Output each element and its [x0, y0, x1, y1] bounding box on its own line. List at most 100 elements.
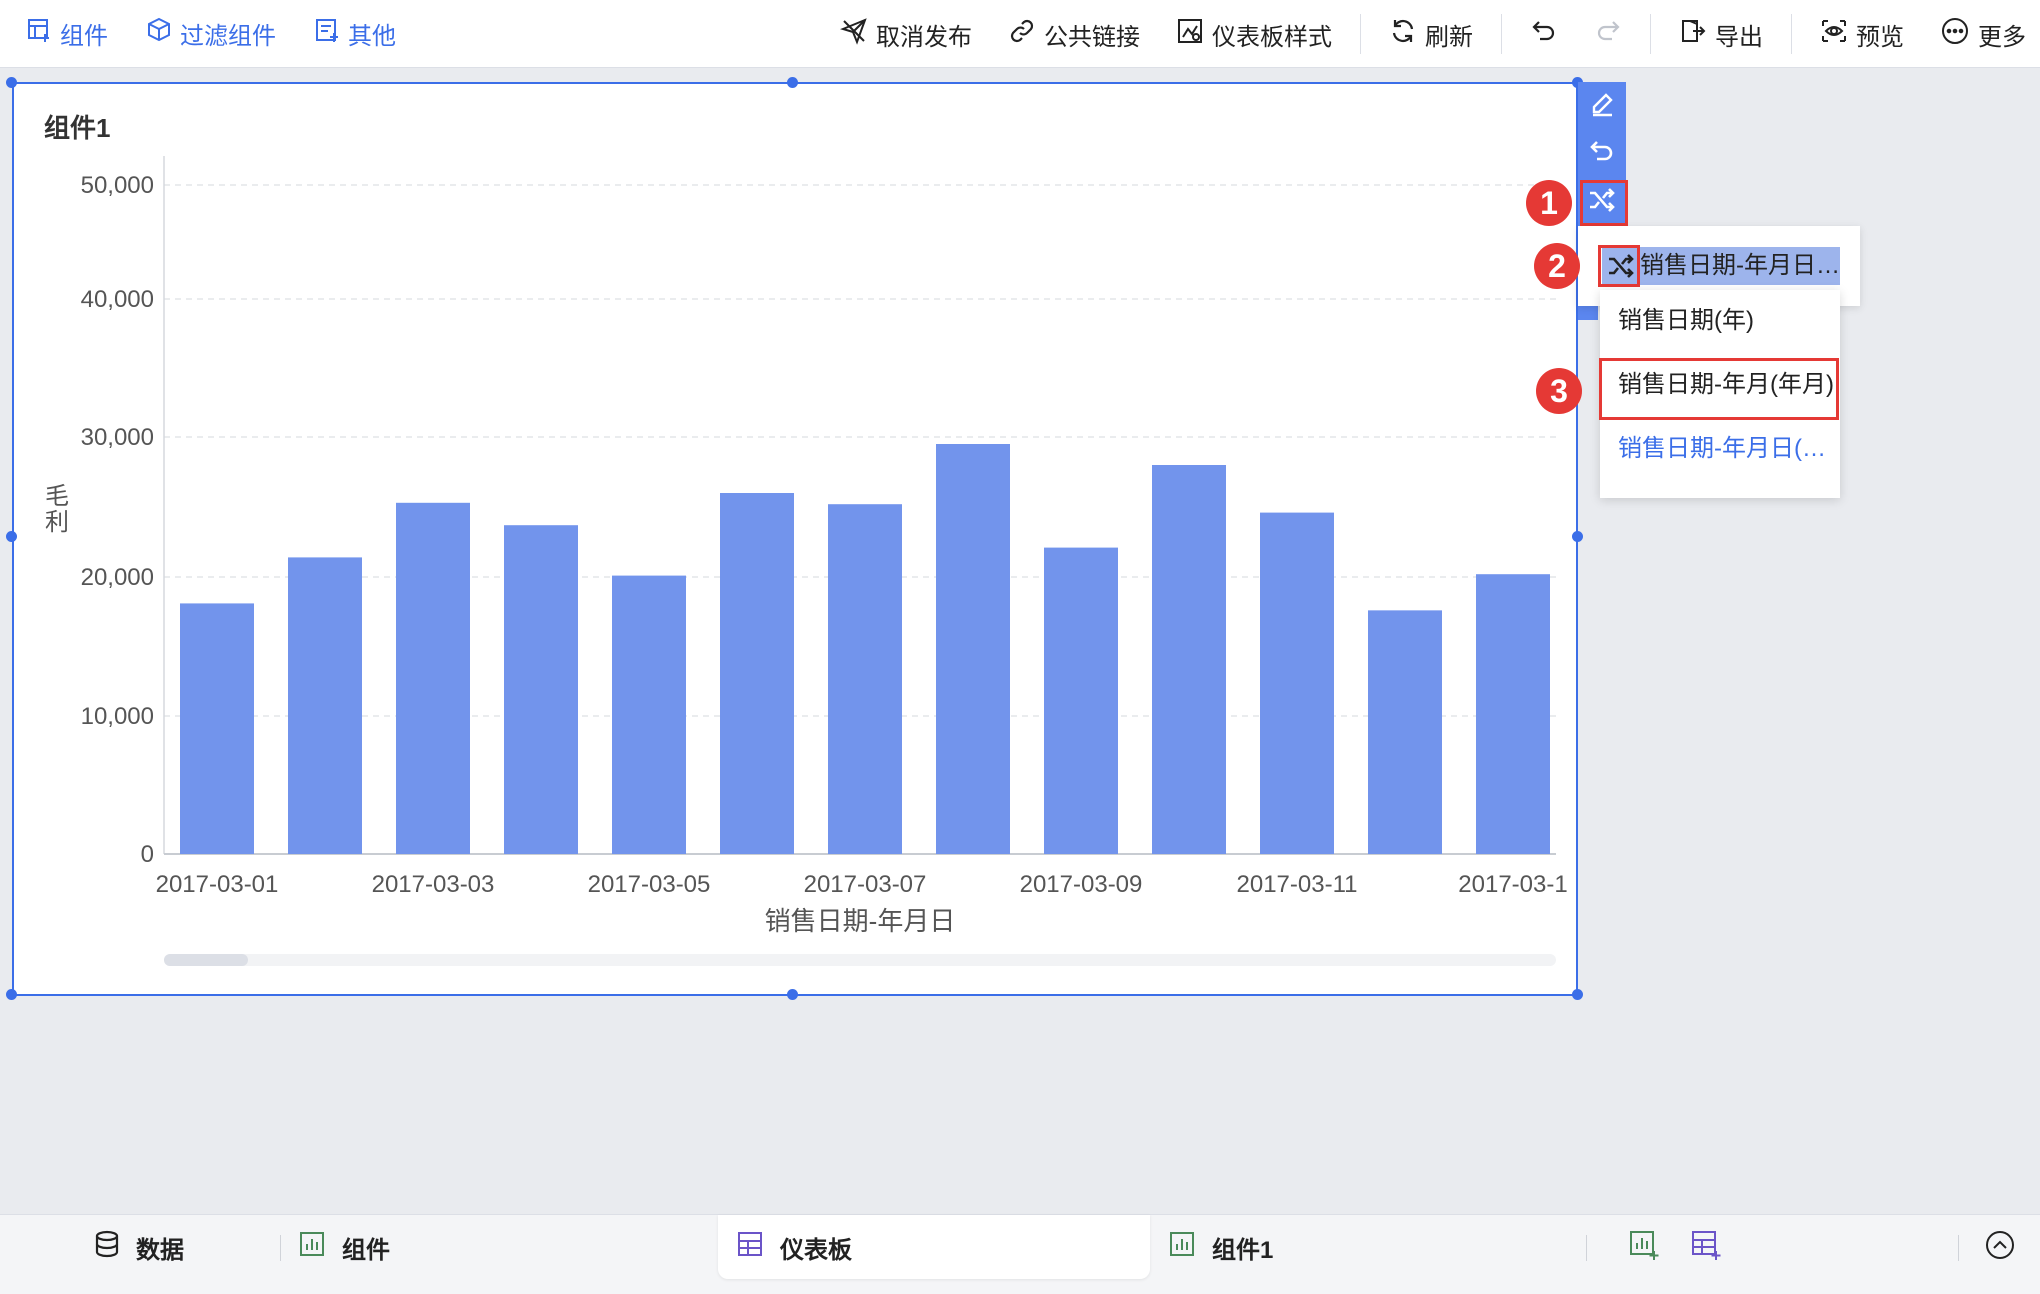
tab-dashboard-label: 仪表板 — [780, 1236, 852, 1264]
dashboard-style-icon — [1176, 17, 1204, 52]
x-tick-label: 2017-03-03 — [372, 871, 495, 898]
bar-chart: 0 10,000 20,000 30,000 40,000 50,000 2017-03-0… — [81, 156, 1568, 936]
tab-divider — [1586, 1235, 1587, 1261]
add-dashboard-tab-icon[interactable] — [1690, 1229, 1722, 1266]
tab-component1[interactable]: 组件1 — [1168, 1215, 1273, 1279]
tab-dashboard[interactable]: 仪表板 — [718, 1215, 1150, 1279]
scrollbar-thumb[interactable] — [164, 954, 248, 966]
drill-current-label: 销售日期-年月日… — [1640, 252, 1840, 279]
toolbar-right-group: 取消发布 公共链接 仪表板样式 刷新 导出 预览 更多 — [804, 0, 2026, 68]
y-tick-label: 30,000 — [81, 424, 154, 451]
resize-handle-bottom[interactable] — [787, 989, 798, 1000]
toolbar-divider — [1501, 14, 1502, 54]
collapse-up-icon[interactable] — [1984, 1229, 2016, 1266]
drill-option-year-month-day[interactable]: 销售日期-年月日(… — [1600, 418, 1840, 480]
highlight-box-3 — [1599, 358, 1839, 420]
more-label: 更多 — [1978, 23, 2026, 51]
resize-handle-top-left[interactable] — [6, 77, 17, 88]
preview-label: 预览 — [1856, 23, 1904, 51]
edit-component-button[interactable] — [1578, 82, 1626, 130]
resize-handle-bottom-right[interactable] — [1572, 989, 1583, 1000]
bottom-tab-bar: 数据 组件 仪表板 组件1 — [0, 1214, 2040, 1294]
step-badge-1: 1 — [1526, 180, 1572, 226]
step-badge-2: 2 — [1534, 243, 1580, 289]
undo-drill-button[interactable] — [1578, 130, 1626, 178]
y-tick-label: 40,000 — [81, 286, 154, 313]
x-tick-label: 2017-03-07 — [804, 871, 927, 898]
resize-handle-bottom-left[interactable] — [6, 989, 17, 1000]
highlight-box-1 — [1580, 180, 1628, 226]
bar — [180, 603, 254, 854]
bar — [1152, 465, 1226, 854]
filter-component-button[interactable]: 过滤组件 — [146, 16, 276, 51]
refresh-label: 刷新 — [1425, 23, 1473, 51]
refresh-button[interactable]: 刷新 — [1389, 17, 1473, 52]
edit-icon — [1588, 90, 1616, 123]
refresh-icon — [1389, 17, 1417, 52]
bar — [1044, 547, 1118, 854]
highlight-box-2 — [1598, 245, 1640, 287]
bar — [1260, 512, 1334, 854]
tab-component1-label: 组件1 — [1212, 1236, 1274, 1264]
tab-data[interactable]: 数据 — [94, 1215, 184, 1279]
redo-button[interactable] — [1594, 17, 1622, 52]
toolbar-divider — [1650, 14, 1651, 54]
unpublish-label: 取消发布 — [876, 23, 972, 51]
resize-handle-left[interactable] — [6, 531, 17, 542]
toolbar-divider — [1791, 14, 1792, 54]
export-button[interactable]: 导出 — [1679, 17, 1763, 52]
bar-chart-icon — [1168, 1230, 1196, 1265]
database-icon — [94, 1230, 120, 1265]
y-tick-label: 0 — [141, 841, 154, 868]
add-component-tab-icon[interactable] — [1628, 1229, 1660, 1266]
bar — [936, 444, 1010, 854]
add-component-button[interactable]: 组件 — [26, 16, 108, 51]
bar — [720, 493, 794, 854]
tab-component-label: 组件 — [342, 1236, 390, 1264]
chart-horizontal-scrollbar[interactable] — [164, 954, 1556, 966]
dashboard-icon — [736, 1230, 764, 1265]
bar — [288, 557, 362, 854]
undo-icon — [1530, 17, 1558, 52]
tab-data-label: 数据 — [136, 1236, 184, 1264]
tab-divider — [280, 1235, 281, 1261]
unpublish-button[interactable]: 取消发布 — [840, 17, 972, 52]
preview-button[interactable]: 预览 — [1820, 17, 1904, 52]
tab-component[interactable]: 组件 — [298, 1215, 390, 1279]
dashboard-style-label: 仪表板样式 — [1212, 23, 1332, 51]
dashboard-style-button[interactable]: 仪表板样式 — [1176, 17, 1332, 52]
drill-option-year[interactable]: 销售日期(年) — [1600, 290, 1840, 352]
step-badge-3: 3 — [1536, 368, 1582, 414]
y-tick-label: 10,000 — [81, 703, 154, 730]
top-toolbar: 组件 过滤组件 其他 取消发布 公共链接 仪表板样式 刷新 导出 预览 更多 — [0, 0, 2040, 68]
y-tick-label: 50,000 — [81, 172, 154, 199]
other-button[interactable]: 其他 — [314, 16, 396, 51]
undo-button[interactable] — [1530, 17, 1558, 52]
other-label: 其他 — [348, 23, 396, 50]
bar — [396, 502, 470, 854]
add-component-label: 组件 — [60, 23, 108, 50]
x-tick-label: 2017-03-11 — [1237, 871, 1358, 898]
export-label: 导出 — [1715, 23, 1763, 51]
filter-component-icon — [146, 17, 172, 50]
redo-icon — [1594, 17, 1622, 52]
filter-component-label: 过滤组件 — [180, 23, 276, 50]
public-link-button[interactable]: 公共链接 — [1008, 17, 1140, 52]
more-icon — [1940, 16, 1970, 53]
x-tick-label: 2017-03-05 — [588, 871, 711, 898]
tab-divider — [1958, 1235, 1959, 1261]
unpublish-icon — [840, 17, 868, 52]
chart-component-card[interactable]: 组件1 毛利 0 10,000 20,000 30,000 40,000 50,000 20… — [12, 82, 1578, 996]
toolbar-left-group: 组件 过滤组件 其他 — [0, 16, 434, 51]
resize-handle-right[interactable] — [1572, 531, 1583, 542]
resize-handle-top[interactable] — [787, 77, 798, 88]
add-component-icon — [26, 17, 52, 50]
public-link-label: 公共链接 — [1044, 23, 1140, 51]
preview-icon — [1820, 17, 1848, 52]
bar — [504, 525, 578, 854]
more-button[interactable]: 更多 — [1940, 16, 2026, 53]
undo-icon — [1588, 138, 1616, 171]
bar-chart-icon — [298, 1230, 326, 1265]
x-tick-label: 2017-03-09 — [1020, 871, 1143, 898]
x-tick-label: 2017-03-01 — [156, 871, 279, 898]
